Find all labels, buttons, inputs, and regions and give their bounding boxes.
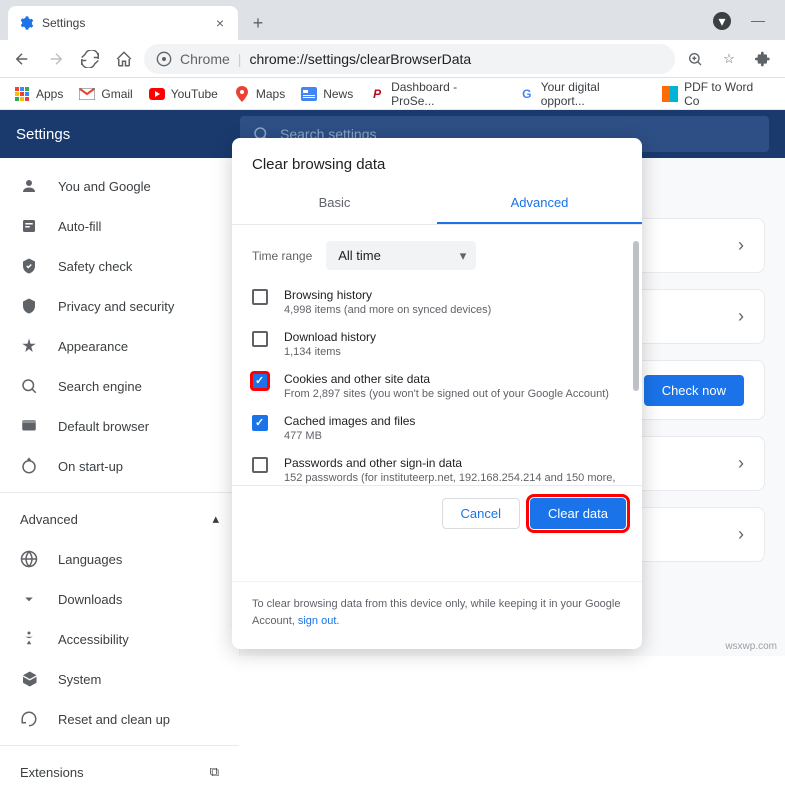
sidebar-item-appearance[interactable]: Appearance xyxy=(0,326,239,366)
bookmark-star-icon[interactable]: ☆ xyxy=(715,45,743,73)
option-cookies[interactable]: Cookies and other site dataFrom 2,897 si… xyxy=(252,372,622,400)
sidebar-item-safety-check[interactable]: Safety check xyxy=(0,246,239,286)
browser-tab[interactable]: Settings × xyxy=(8,6,238,40)
sidebar-item-downloads[interactable]: Downloads xyxy=(0,579,239,619)
chevron-right-icon: › xyxy=(738,235,744,256)
chevron-up-icon: ▴ xyxy=(212,511,219,527)
dialog-title: Clear browsing data xyxy=(232,138,642,183)
check-now-button[interactable]: Check now xyxy=(644,375,744,406)
zoom-icon[interactable] xyxy=(681,45,709,73)
option-download-history[interactable]: Download history1,134 items xyxy=(252,330,622,358)
google-g-icon: G xyxy=(519,86,535,102)
sidebar-item-reset[interactable]: Reset and clean up xyxy=(0,699,239,739)
settings-header-title: Settings xyxy=(16,126,240,143)
option-browsing-history[interactable]: Browsing history4,998 items (and more on… xyxy=(252,288,622,316)
bookmark-apps[interactable]: Apps xyxy=(8,80,69,108)
option-passwords[interactable]: Passwords and other sign-in data152 pass… xyxy=(252,456,622,485)
bookmark-maps[interactable]: Maps xyxy=(228,80,291,108)
back-button[interactable] xyxy=(8,45,36,73)
sidebar-item-search-engine[interactable]: Search engine xyxy=(0,366,239,406)
bookmark-dashboard[interactable]: PDashboard - ProSe... xyxy=(363,80,509,108)
minimize-button[interactable]: — xyxy=(751,12,765,30)
chevron-right-icon: › xyxy=(738,524,744,545)
sidebar-item-startup[interactable]: On start-up xyxy=(0,446,239,486)
bookmark-news[interactable]: News xyxy=(295,80,359,108)
site-info-icon xyxy=(156,51,172,67)
extensions-icon[interactable] xyxy=(749,45,777,73)
apps-icon xyxy=(14,86,30,102)
sidebar-extensions[interactable]: Extensions⧉ xyxy=(0,752,239,792)
news-icon xyxy=(301,86,317,102)
home-button[interactable] xyxy=(110,45,138,73)
open-external-icon: ⧉ xyxy=(210,764,219,780)
url-path: chrome://settings/clearBrowserData xyxy=(249,51,471,67)
chevron-right-icon: › xyxy=(738,453,744,474)
sign-out-link[interactable]: sign out xyxy=(298,615,337,627)
option-cached[interactable]: Cached images and files477 MB xyxy=(252,414,622,442)
profile-icon[interactable]: ▾ xyxy=(713,12,731,30)
time-range-select[interactable]: All time xyxy=(326,241,476,270)
bookmark-digital[interactable]: GYour digital opport... xyxy=(513,80,652,108)
sidebar-item-accessibility[interactable]: Accessibility xyxy=(0,619,239,659)
dialog-note: To clear browsing data from this device … xyxy=(232,581,642,649)
watermark: wsxwp.com xyxy=(725,641,777,652)
tab-title: Settings xyxy=(42,16,204,30)
maps-icon xyxy=(234,86,250,102)
new-tab-button[interactable]: + xyxy=(244,9,272,37)
pdf-icon xyxy=(662,86,678,102)
checkbox-cookies[interactable] xyxy=(252,373,268,389)
checkbox-browsing-history[interactable] xyxy=(252,289,268,305)
bookmark-gmail[interactable]: Gmail xyxy=(73,80,138,108)
clear-data-button[interactable]: Clear data xyxy=(530,498,626,529)
chevron-right-icon: › xyxy=(738,306,744,327)
youtube-icon xyxy=(149,86,165,102)
sidebar-item-privacy[interactable]: Privacy and security xyxy=(0,286,239,326)
tab-advanced[interactable]: Advanced xyxy=(437,183,642,224)
sidebar-item-default-browser[interactable]: Default browser xyxy=(0,406,239,446)
time-range-label: Time range xyxy=(252,249,312,263)
bookmark-youtube[interactable]: YouTube xyxy=(143,80,224,108)
sidebar-item-you-and-google[interactable]: You and Google xyxy=(0,166,239,206)
sidebar-advanced-toggle[interactable]: Advanced▴ xyxy=(0,499,239,539)
sidebar-item-autofill[interactable]: Auto-fill xyxy=(0,206,239,246)
gmail-icon xyxy=(79,86,95,102)
sidebar-item-languages[interactable]: Languages xyxy=(0,539,239,579)
checkbox-passwords[interactable] xyxy=(252,457,268,473)
sidebar-item-system[interactable]: System xyxy=(0,659,239,699)
clear-browsing-data-dialog: Clear browsing data Basic Advanced Time … xyxy=(232,138,642,649)
tab-basic[interactable]: Basic xyxy=(232,183,437,224)
checkbox-download-history[interactable] xyxy=(252,331,268,347)
cancel-button[interactable]: Cancel xyxy=(442,498,520,529)
checkbox-cached[interactable] xyxy=(252,415,268,431)
url-scheme: Chrome xyxy=(180,51,230,67)
reload-button[interactable] xyxy=(76,45,104,73)
address-bar[interactable]: Chrome | chrome://settings/clearBrowserD… xyxy=(144,44,675,74)
bookmark-pdf[interactable]: PDF to Word Co xyxy=(656,80,777,108)
gear-icon xyxy=(18,15,34,31)
pinterest-icon: P xyxy=(369,86,385,102)
dialog-scrollbar[interactable] xyxy=(633,241,639,391)
forward-button[interactable] xyxy=(42,45,70,73)
close-tab-icon[interactable]: × xyxy=(212,15,228,31)
